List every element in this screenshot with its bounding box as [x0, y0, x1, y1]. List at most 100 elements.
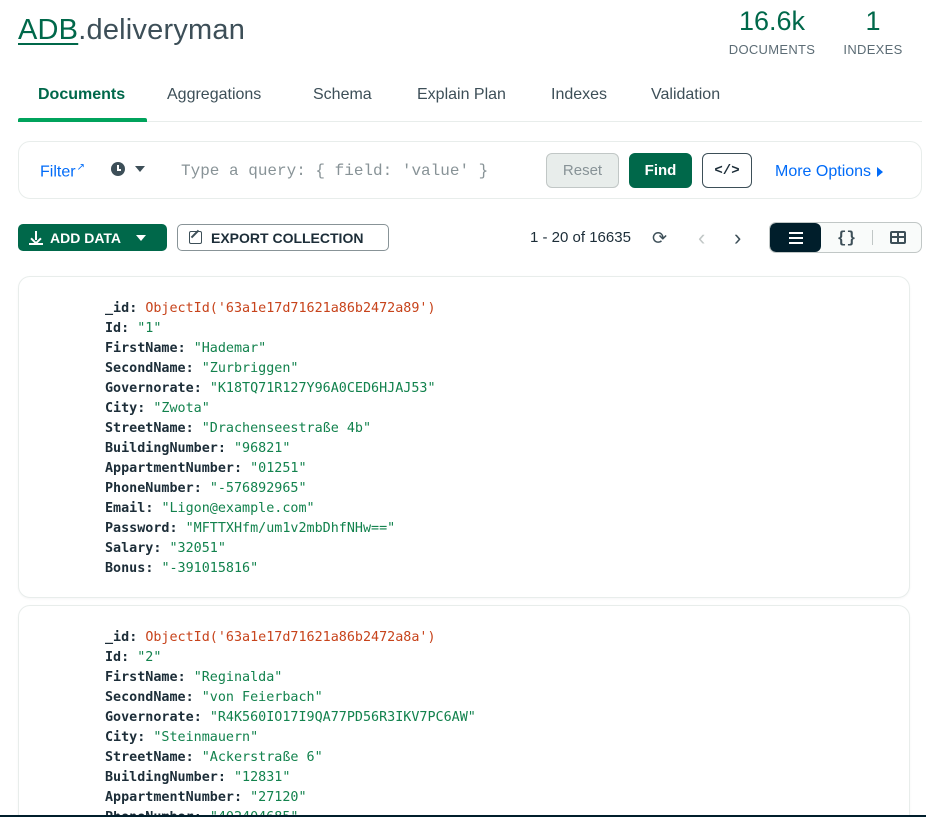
- indexes-count: 1: [865, 6, 881, 36]
- field-value: "01251": [250, 461, 307, 476]
- field-value: "27120": [250, 790, 307, 805]
- documents-label: DOCUMENTS: [728, 42, 816, 57]
- field-value: "-576892965": [209, 481, 307, 496]
- field-key: City: [105, 730, 138, 745]
- find-button[interactable]: Find: [629, 153, 692, 188]
- field-value: "12831": [234, 770, 291, 785]
- list-icon: [788, 231, 803, 244]
- document-field: AppartmentNumber: "27120": [105, 790, 307, 805]
- export-icon: [189, 231, 202, 244]
- caret-down-icon: [136, 234, 147, 241]
- json-view-button[interactable]: {}: [821, 223, 872, 252]
- field-key: Salary: [105, 541, 154, 556]
- field-value: "R4K560IO17I9QA77PD56R3IKV7PC6AW": [209, 710, 476, 725]
- field-value: ObjectId('63a1e17d71621a86b2472a8a'): [145, 630, 436, 645]
- document-field: StreetName: "Ackerstraße 6": [105, 750, 323, 765]
- field-value: "96821": [234, 441, 291, 456]
- documents-stat: 16.6k DOCUMENTS: [722, 4, 822, 57]
- database-link[interactable]: ADB: [18, 14, 78, 46]
- query-history-button[interactable]: [111, 162, 145, 176]
- field-value: "Drachenseestraße 4b": [201, 421, 372, 436]
- document-field: Salary: "32051": [105, 541, 226, 556]
- field-key: Email: [105, 501, 146, 516]
- field-value: "MFTTXHfm/um1v2mbDhfNHw==": [185, 521, 396, 536]
- document-field: _id: ObjectId('63a1e17d71621a86b2472a8a'…: [105, 630, 436, 645]
- field-value: ObjectId('63a1e17d71621a86b2472a89'): [145, 301, 436, 316]
- document-fields: _id: ObjectId('63a1e17d71621a86b2472a89'…: [105, 299, 436, 579]
- document-field: Password: "MFTTXHfm/um1v2mbDhfNHw==": [105, 521, 396, 536]
- external-link-icon: ↗: [76, 162, 85, 173]
- field-key: Id: [105, 650, 122, 665]
- field-value: "1": [137, 321, 162, 336]
- document-field: Email: "Ligon@example.com": [105, 501, 315, 516]
- document-field: Bonus: "-391015816": [105, 561, 259, 576]
- document-field: Governorate: "R4K560IO17I9QA77PD56R3IKV7…: [105, 710, 476, 725]
- field-key: City: [105, 401, 138, 416]
- field-value: "Zwota": [153, 401, 210, 416]
- document-field: _id: ObjectId('63a1e17d71621a86b2472a89'…: [105, 301, 436, 316]
- field-value: "Zurbriggen": [201, 361, 299, 376]
- field-value: "Reginalda": [193, 670, 283, 685]
- pagination-text: 1 - 20 of 16635: [530, 229, 631, 246]
- more-options-link[interactable]: More Options: [775, 163, 884, 181]
- tab-indexes[interactable]: Indexes: [551, 86, 607, 104]
- query-input[interactable]: [181, 157, 541, 185]
- tab-validation[interactable]: Validation: [651, 86, 720, 104]
- field-key: Governorate: [105, 710, 194, 725]
- active-tab-indicator: [18, 118, 147, 122]
- document-field: FirstName: "Reginalda": [105, 670, 283, 685]
- field-value: "32051": [169, 541, 226, 556]
- export-collection-button[interactable]: EXPORT COLLECTION: [177, 224, 389, 251]
- field-key: BuildingNumber: [105, 441, 218, 456]
- field-key: AppartmentNumber: [105, 790, 234, 805]
- field-key: SecondName: [105, 361, 186, 376]
- tab-aggregations[interactable]: Aggregations: [167, 86, 261, 104]
- field-value: "von Feierbach": [201, 690, 323, 705]
- document-field: BuildingNumber: "12831": [105, 770, 291, 785]
- field-key: _id: [105, 301, 130, 316]
- field-value: "2": [137, 650, 162, 665]
- document-field: SecondName: "von Feierbach": [105, 690, 323, 705]
- indexes-stat: 1 INDEXES: [842, 4, 904, 57]
- document-field: Id: "2": [105, 650, 162, 665]
- export-collection-label: EXPORT COLLECTION: [211, 229, 364, 246]
- document-field: BuildingNumber: "96821": [105, 441, 291, 456]
- indexes-label: INDEXES: [843, 42, 903, 57]
- tab-documents[interactable]: Documents: [38, 86, 125, 104]
- document-field: City: "Zwota": [105, 401, 210, 416]
- field-key: _id: [105, 630, 130, 645]
- field-key: SecondName: [105, 690, 186, 705]
- table-icon: [889, 231, 906, 244]
- tab-schema[interactable]: Schema: [313, 86, 372, 104]
- tab-explain-plan[interactable]: Explain Plan: [417, 86, 506, 104]
- document-field: Id: "1": [105, 321, 162, 336]
- document-field: Governorate: "K18TQ71R127Y96A0CED6HJAJ53…: [105, 381, 436, 396]
- document-card[interactable]: _id: ObjectId('63a1e17d71621a86b2472a8a'…: [18, 605, 910, 817]
- clock-icon: [111, 162, 125, 176]
- document-field: SecondName: "Zurbriggen": [105, 361, 299, 376]
- field-key: StreetName: [105, 421, 186, 436]
- document-field: PhoneNumber: "-576892965": [105, 481, 307, 496]
- reset-button[interactable]: Reset: [546, 153, 619, 188]
- previous-page-icon[interactable]: ‹: [698, 227, 705, 249]
- field-value: "Hademar": [193, 341, 267, 356]
- field-value: "K18TQ71R127Y96A0CED6HJAJ53": [209, 381, 436, 396]
- add-data-button[interactable]: ADD DATA: [18, 224, 167, 251]
- table-view-button[interactable]: [872, 223, 921, 252]
- list-view-button[interactable]: [770, 223, 821, 252]
- document-fields: _id: ObjectId('63a1e17d71621a86b2472a8a'…: [105, 628, 476, 817]
- code-view-button[interactable]: </>: [702, 153, 752, 188]
- more-options-label: More Options: [775, 163, 872, 180]
- next-page-icon[interactable]: ›: [734, 227, 741, 249]
- caret-down-icon: [135, 166, 145, 172]
- document-field: StreetName: "Drachenseestraße 4b": [105, 421, 372, 436]
- field-key: FirstName: [105, 341, 178, 356]
- json-braces-icon: {}: [836, 228, 857, 247]
- field-key: StreetName: [105, 750, 186, 765]
- document-card[interactable]: _id: ObjectId('63a1e17d71621a86b2472a89'…: [18, 276, 910, 598]
- refresh-icon[interactable]: ⟳: [652, 229, 667, 247]
- field-value: "Ligon@example.com": [161, 501, 315, 516]
- field-key: Governorate: [105, 381, 194, 396]
- filter-link[interactable]: Filter↗: [40, 162, 85, 181]
- documents-count: 16.6k: [738, 6, 806, 36]
